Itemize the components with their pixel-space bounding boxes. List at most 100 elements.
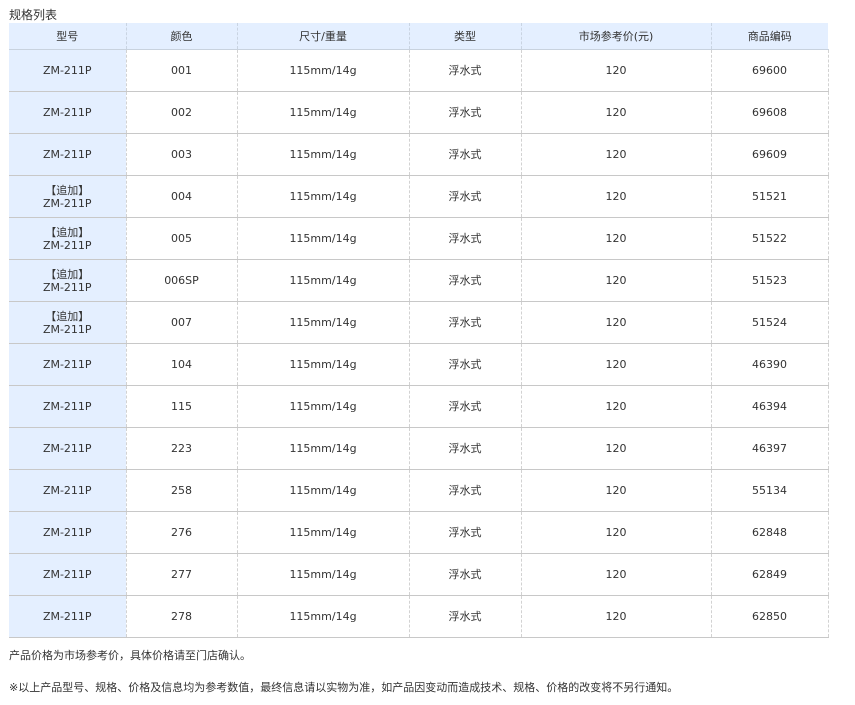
- table-row: 【追加】 ZM-211P 004 115mm/14g 浮水式 120 51521: [9, 175, 829, 218]
- cell-product-code: 46390: [710, 343, 829, 386]
- cell-price: 120: [520, 259, 711, 302]
- cell-size-weight: 115mm/14g: [236, 553, 409, 596]
- table-row: ZM-211P 001 115mm/14g 浮水式 120 69600: [9, 49, 829, 92]
- cell-size-weight: 115mm/14g: [236, 91, 409, 134]
- cell-color: 007: [125, 301, 237, 344]
- cell-type: 浮水式: [408, 91, 521, 134]
- cell-price: 120: [520, 595, 711, 638]
- spec-list-title: 规格列表: [9, 8, 58, 22]
- table-header-row: 型号 颜色 尺寸/重量 类型 市场参考价(元) 商品编码: [9, 23, 828, 50]
- cell-product-code: 46394: [710, 385, 829, 428]
- cell-size-weight: 115mm/14g: [236, 133, 409, 176]
- model-number: ZM-211P: [42, 238, 92, 252]
- added-tag: 【追加】: [45, 309, 90, 323]
- cell-color: 003: [125, 133, 237, 176]
- added-tag: 【追加】: [45, 267, 90, 281]
- cell-model: 【追加】 ZM-211P: [9, 175, 126, 218]
- cell-type: 浮水式: [408, 511, 521, 554]
- cell-size-weight: 115mm/14g: [236, 469, 409, 512]
- cell-price: 120: [520, 91, 711, 134]
- cell-product-code: 69609: [710, 133, 829, 176]
- cell-model: 【追加】 ZM-211P: [9, 217, 126, 260]
- cell-color: 001: [125, 49, 237, 92]
- cell-price: 120: [520, 217, 711, 260]
- cell-price: 120: [520, 511, 711, 554]
- cell-color: 258: [125, 469, 237, 512]
- cell-price: 120: [520, 133, 711, 176]
- table-row: ZM-211P 003 115mm/14g 浮水式 120 69609: [9, 133, 829, 176]
- cell-price: 120: [520, 301, 711, 344]
- model-number: ZM-211P: [42, 484, 92, 497]
- cell-model: ZM-211P: [9, 343, 126, 386]
- cell-product-code: 46397: [710, 427, 829, 470]
- spec-table: 型号 颜色 尺寸/重量 类型 市场参考价(元) 商品编码 ZM-211P 001 1…: [9, 23, 829, 638]
- cell-price: 120: [520, 469, 711, 512]
- cell-price: 120: [520, 49, 711, 92]
- cell-type: 浮水式: [408, 133, 521, 176]
- cell-price: 120: [520, 427, 711, 470]
- table-row: 【追加】 ZM-211P 007 115mm/14g 浮水式 120 51524: [9, 301, 829, 344]
- cell-type: 浮水式: [408, 343, 521, 386]
- cell-type: 浮水式: [408, 427, 521, 470]
- cell-type: 浮水式: [408, 217, 521, 260]
- header-price: 市场参考价(元): [520, 23, 711, 50]
- cell-model: ZM-211P: [9, 91, 126, 134]
- cell-color: 277: [125, 553, 237, 596]
- table-row: ZM-211P 002 115mm/14g 浮水式 120 69608: [9, 91, 829, 134]
- cell-product-code: 62850: [710, 595, 829, 638]
- cell-product-code: 51522: [710, 217, 829, 260]
- cell-type: 浮水式: [408, 259, 521, 302]
- cell-price: 120: [520, 343, 711, 386]
- cell-model: ZM-211P: [9, 49, 126, 92]
- price-note: 产品价格为市场参考价，具体价格请至门店确认。: [9, 649, 251, 662]
- cell-product-code: 55134: [710, 469, 829, 512]
- header-size-weight: 尺寸/重量: [236, 23, 409, 50]
- table-row: ZM-211P 277 115mm/14g 浮水式 120 62849: [9, 553, 829, 596]
- model-number: ZM-211P: [42, 106, 92, 119]
- model-number: ZM-211P: [42, 526, 92, 539]
- cell-model: ZM-211P: [9, 595, 126, 638]
- added-tag: 【追加】: [45, 183, 90, 197]
- cell-product-code: 62848: [710, 511, 829, 554]
- table-row: ZM-211P 223 115mm/14g 浮水式 120 46397: [9, 427, 829, 470]
- table-row: ZM-211P 276 115mm/14g 浮水式 120 62848: [9, 511, 829, 554]
- disclaimer-note: ※以上产品型号、规格、价格及信息均为参考数值，最终信息请以实物为准，如产品因变动…: [9, 681, 679, 694]
- model-number: ZM-211P: [42, 568, 92, 581]
- model-number: ZM-211P: [42, 610, 92, 623]
- cell-model: ZM-211P: [9, 385, 126, 428]
- cell-model: ZM-211P: [9, 511, 126, 554]
- model-number: ZM-211P: [42, 196, 92, 210]
- cell-size-weight: 115mm/14g: [236, 301, 409, 344]
- cell-color: 004: [125, 175, 237, 218]
- header-model: 型号: [9, 23, 126, 50]
- cell-type: 浮水式: [408, 301, 521, 344]
- cell-type: 浮水式: [408, 385, 521, 428]
- cell-color: 115: [125, 385, 237, 428]
- table-body: ZM-211P 001 115mm/14g 浮水式 120 69600 ZM-211P 002…: [9, 49, 829, 638]
- table-row: 【追加】 ZM-211P 005 115mm/14g 浮水式 120 51522: [9, 217, 829, 260]
- cell-color: 223: [125, 427, 237, 470]
- model-number: ZM-211P: [42, 148, 92, 161]
- header-color: 颜色: [125, 23, 237, 50]
- table-row: 【追加】 ZM-211P 006SP 115mm/14g 浮水式 120 51523: [9, 259, 829, 302]
- cell-product-code: 69608: [710, 91, 829, 134]
- model-number: ZM-211P: [42, 358, 92, 371]
- cell-color: 104: [125, 343, 237, 386]
- cell-size-weight: 115mm/14g: [236, 49, 409, 92]
- header-product-code: 商品编码: [710, 23, 828, 50]
- cell-color: 278: [125, 595, 237, 638]
- table-row: ZM-211P 104 115mm/14g 浮水式 120 46390: [9, 343, 829, 386]
- cell-type: 浮水式: [408, 595, 521, 638]
- cell-size-weight: 115mm/14g: [236, 175, 409, 218]
- cell-type: 浮水式: [408, 469, 521, 512]
- cell-price: 120: [520, 385, 711, 428]
- cell-model: 【追加】 ZM-211P: [9, 301, 126, 344]
- cell-size-weight: 115mm/14g: [236, 343, 409, 386]
- cell-type: 浮水式: [408, 49, 521, 92]
- cell-price: 120: [520, 553, 711, 596]
- model-number: ZM-211P: [42, 400, 92, 413]
- cell-model: ZM-211P: [9, 133, 126, 176]
- cell-color: 005: [125, 217, 237, 260]
- cell-size-weight: 115mm/14g: [236, 259, 409, 302]
- cell-model: 【追加】 ZM-211P: [9, 259, 126, 302]
